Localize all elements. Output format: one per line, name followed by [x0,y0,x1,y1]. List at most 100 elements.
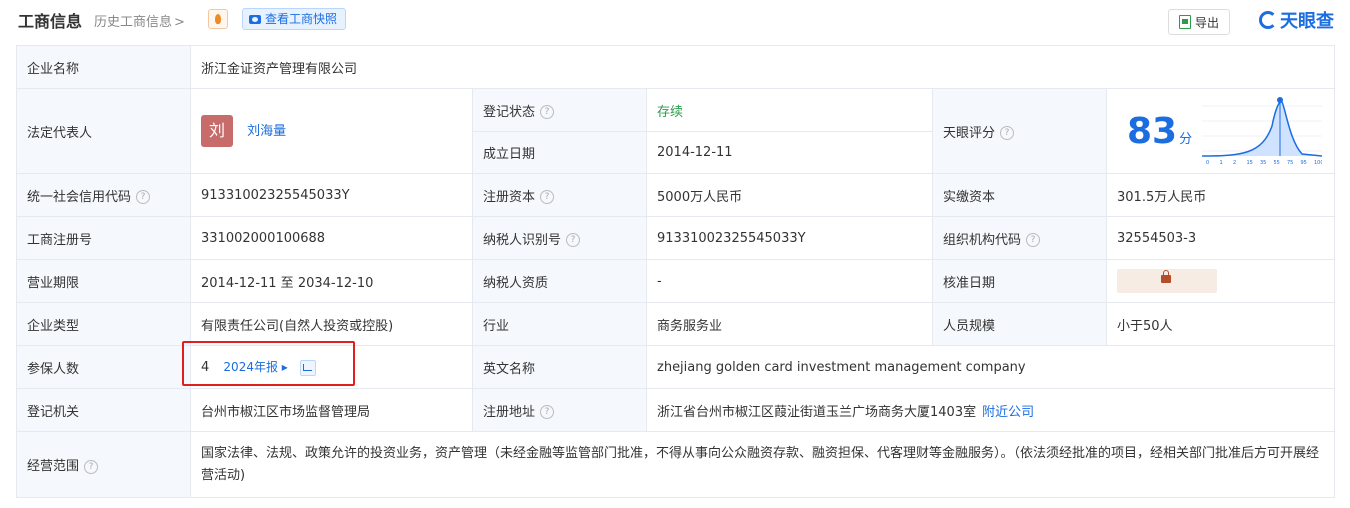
table-row: 经营范围? 国家法律、法规、政策允许的投资业务，资产管理（未经金融等监管部门批准… [16,431,1336,498]
value-en-name: zhejiang golden card investment manageme… [645,345,1336,389]
label-org-code: 组织机构代码? [932,216,1107,260]
brand-text: 天眼查 [1280,11,1334,32]
label-staff: 人员规模 [932,302,1107,346]
scope-label-text: 经营范围 [27,459,80,474]
table-row: 企业类型 有限责任公司(自然人投资或控股) 行业 商务服务业 人员规模 小于50… [16,302,1336,346]
help-icon[interactable]: ? [566,233,581,247]
help-icon[interactable]: ? [136,190,151,204]
label-type: 企业类型 [16,302,191,346]
camera-icon [249,14,261,24]
value-type: 有限责任公司(自然人投资或控股) [190,302,473,346]
snapshot-button[interactable]: 查看工商快照 [242,8,347,30]
score-axis-tick: 95 [1301,160,1307,166]
locked-value[interactable] [1117,269,1217,293]
score-axis-tick: 55 [1274,160,1280,166]
table-row: 企业名称 浙江金证资产管理有限公司 [16,45,1336,89]
history-label: 历史工商信息 [94,15,173,30]
history-link[interactable]: 历史工商信息 > [94,11,185,30]
label-approve-date: 核准日期 [932,259,1107,303]
value-reg-capital: 5000万人民币 [646,173,933,217]
label-authority: 登记机关 [16,388,191,432]
label-scope: 经营范围? [16,431,191,498]
legal-rep-name-link[interactable]: 刘海量 [247,124,286,139]
flame-icon[interactable] [208,9,228,29]
value-org-code: 32554503-3 [1105,216,1336,260]
value-authority: 台州市椒江区市场监督管理局 [190,388,473,432]
value-taxpayer-id: 91331002325545033Y [646,216,933,260]
brand-logo: 天眼查 [1259,7,1334,33]
score-unit: 分 [1179,131,1193,147]
snapshot-label: 查看工商快照 [265,12,338,26]
taxpayer-id-label-text: 纳税人识别号 [483,232,562,248]
help-icon[interactable]: ? [540,405,555,419]
value-legal-rep: 刘 刘海量 [190,88,473,174]
score-axis-tick: 1 [1220,160,1223,166]
chevron-right-icon: > [174,15,185,30]
credit-code-label-text: 统一社会信用代码 [27,189,132,205]
export-label: 导出 [1194,15,1219,30]
help-icon[interactable]: ? [1000,126,1015,140]
label-taxpayer-id: 纳税人识别号? [472,216,647,260]
label-est-date: 成立日期 [472,131,647,174]
score-axis-tick: 15 [1247,160,1253,166]
score-label-text: 天眼评分 [943,125,996,141]
highlight-box [182,341,355,386]
reg-status-label-text: 登记状态 [483,104,536,120]
business-info-table: 企业名称 浙江金证资产管理有限公司 法定代表人 刘 刘海量 登记状态? 存续 天… [16,45,1336,498]
value-term: 2014-12-11 至 2034-12-10 [190,259,473,303]
address-label-text: 注册地址 [483,404,536,420]
label-reg-capital: 注册资本? [472,173,647,217]
value-score[interactable]: 83 分 0 1 2 15 35 55 75 95 100 [1105,88,1336,174]
value-company-name: 浙江金证资产管理有限公司 [189,45,1336,89]
table-row: 统一社会信用代码? 91331002325545033Y 注册资本? 5000万… [16,173,1336,217]
value-industry: 商务服务业 [646,302,933,346]
value-tax-qual: - [646,259,933,303]
label-en-name: 英文名称 [472,345,647,389]
section-title: 工商信息 [18,12,83,31]
label-term: 营业期限 [16,259,191,303]
score-distribution-chart: 0 1 2 15 35 55 75 95 100 [1202,97,1323,166]
help-icon[interactable]: ? [540,105,555,119]
score-axis-tick: 100 [1314,160,1322,166]
label-address: 注册地址? [472,388,647,432]
value-paid-capital: 301.5万人民币 [1105,173,1336,217]
help-icon[interactable]: ? [84,459,99,474]
score-axis-tick: 2 [1233,160,1236,166]
help-icon[interactable]: ? [1026,233,1041,247]
section-header: 工商信息 历史工商信息 > 查看工商快照 导出 天眼查 [18,6,1334,36]
label-industry: 行业 [472,302,647,346]
label-company-name: 企业名称 [16,45,191,89]
label-tax-qual: 纳税人资质 [472,259,647,303]
value-staff: 小于50人 [1105,302,1336,346]
label-insured: 参保人数 [16,345,191,389]
lock-icon [1161,270,1171,283]
score-number: 83 [1127,110,1178,152]
table-row: 营业期限 2014-12-11 至 2034-12-10 纳税人资质 - 核准日… [16,259,1336,303]
table-row: 登记机关 台州市椒江区市场监督管理局 注册地址? 浙江省台州市椒江区葭沚街道玉兰… [16,388,1336,432]
value-est-date: 2014-12-11 [646,131,933,174]
label-legal-rep: 法定代表人 [16,88,191,174]
value-approve-date[interactable] [1105,259,1336,303]
org-code-label-text: 组织机构代码 [943,232,1022,248]
value-reg-no: 331002000100688 [190,216,473,260]
label-credit-code: 统一社会信用代码? [16,173,191,217]
table-row: 工商注册号 331002000100688 纳税人识别号? 9133100232… [16,216,1336,260]
value-address: 浙江省台州市椒江区葭沚街道玉兰广场商务大厦1403室 附近公司 [645,388,1336,432]
value-credit-code: 91331002325545033Y [190,173,473,217]
score-axis-tick: 0 [1206,160,1209,166]
excel-icon [1178,15,1191,29]
label-paid-capital: 实缴资本 [932,173,1107,217]
value-scope: 国家法律、法规、政策允许的投资业务，资产管理（未经金融等监管部门批准，不得从事向… [189,431,1336,498]
score-axis-tick: 35 [1260,160,1266,166]
table-row: 法定代表人 刘 刘海量 登记状态? 存续 天眼评分? 83 分 0 1 2 15 35 55… [16,88,1336,174]
value-reg-status: 存续 [646,88,933,132]
reg-capital-label-text: 注册资本 [483,189,536,205]
help-icon[interactable]: ? [540,190,555,204]
label-score: 天眼评分? [932,88,1107,174]
avatar[interactable]: 刘 [201,115,233,147]
nearby-companies-link[interactable]: 附近公司 [982,405,1034,420]
label-reg-no: 工商注册号 [16,216,191,260]
export-button[interactable]: 导出 [1168,9,1230,35]
score-axis-tick: 75 [1287,160,1293,166]
address-text: 浙江省台州市椒江区葭沚街道玉兰广场商务大厦1403室 [657,404,977,420]
